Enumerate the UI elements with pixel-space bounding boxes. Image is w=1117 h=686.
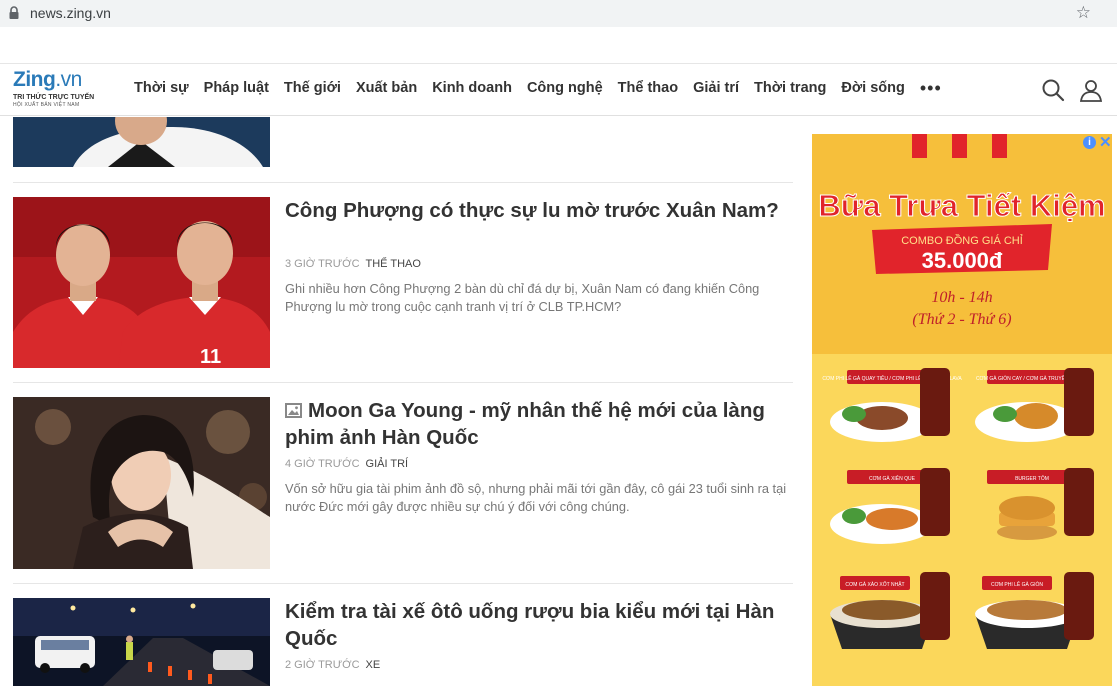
article-divider <box>13 583 793 584</box>
logo-subtagline: HỘI XUẤT BẢN VIỆT NAM <box>13 102 80 108</box>
ad-product: CƠM PHI LÊ GÀ GIÒN <box>975 572 1094 649</box>
article-category[interactable]: Thể thao <box>366 258 421 270</box>
article-time: 2 giờ trước <box>285 659 360 671</box>
nav-item-giai-tri[interactable]: Giải trí <box>693 80 739 96</box>
browser-gap <box>0 27 1117 63</box>
ad-product-label: CƠM GÀ XÀO XỐT NHẬT <box>845 581 904 588</box>
article-category[interactable]: Giải trí <box>366 458 409 470</box>
ad-days: (Thứ 2 - Thứ 6) <box>912 311 1011 328</box>
article-thumbnail-previous[interactable] <box>13 117 270 167</box>
article-meta: 3 giờ trước Thể thao <box>285 258 421 270</box>
article-meta: 2 giờ trước Xe <box>285 659 380 671</box>
ad-product-label: CƠM PHI LÊ GÀ GIÒN <box>991 580 1043 588</box>
ad-product: BURGER TÔM <box>987 468 1094 540</box>
main-nav: Thời sự Pháp luật Thế giới Xuất bản Kinh… <box>126 79 942 97</box>
article-time: 4 giờ trước <box>285 458 360 470</box>
nav-item-doi-song[interactable]: Đời sống <box>841 80 904 96</box>
article-divider <box>13 182 793 183</box>
nav-item-the-gioi[interactable]: Thế giới <box>284 80 341 96</box>
article-summary: Vốn sở hữu gia tài phim ảnh đồ sộ, nhưng… <box>285 481 787 514</box>
ad-price: 35.000đ <box>922 248 1003 273</box>
ad-close-icon[interactable]: ✕ <box>1099 133 1112 151</box>
ad-headline: Bữa Trưa Tiết Kiệm <box>818 188 1105 223</box>
search-icon[interactable] <box>1041 78 1065 102</box>
article-thumbnail[interactable]: 11 <box>13 197 270 368</box>
ad-product-label: CƠM GÀ XIÊN QUE <box>869 474 916 482</box>
article-category[interactable]: Xe <box>366 659 381 671</box>
ad-combo-text: COMBO ĐỒNG GIÁ CHỈ <box>901 234 1023 247</box>
photo-gallery-icon <box>285 403 302 418</box>
bookmark-star-icon[interactable]: ☆ <box>1076 3 1091 23</box>
nav-item-cong-nghe[interactable]: Công nghệ <box>527 80 603 96</box>
article-title[interactable]: Công Phượng có thực sự lu mờ trước Xuân … <box>285 197 795 224</box>
ad-product: CƠM GÀ XÀO XỐT NHẬT <box>830 572 950 649</box>
url-text[interactable]: news.zing.vn <box>30 5 111 21</box>
svg-text:11: 11 <box>200 346 221 368</box>
logo-wordmark: Zing.vn <box>13 68 82 91</box>
article-divider <box>13 382 793 383</box>
nav-item-thoi-trang[interactable]: Thời trang <box>754 80 826 96</box>
lock-icon <box>9 6 19 19</box>
ad-product-label: BURGER TÔM <box>1015 475 1049 482</box>
article-summary: Ghi nhiều hơn Công Phượng 2 bàn dù chỉ đ… <box>285 281 760 314</box>
user-account-icon[interactable] <box>1079 78 1103 102</box>
ad-hours: 10h - 14h <box>931 289 992 306</box>
site-header: Zing.vn TRI THỨC TRỰC TUYẾN HỘI XUẤT BẢN… <box>0 63 1117 116</box>
article-thumbnail[interactable] <box>13 397 270 569</box>
nav-item-thoi-su[interactable]: Thời sự <box>134 80 189 96</box>
advertisement-banner[interactable]: Bữa Trưa Tiết Kiệm COMBO ĐỒNG GIÁ CHỈ 35… <box>812 134 1112 686</box>
site-logo[interactable]: Zing.vn TRI THỨC TRỰC TUYẾN HỘI XUẤT BẢN… <box>13 67 113 115</box>
nav-item-xuat-ban[interactable]: Xuất bản <box>356 80 417 96</box>
article-thumbnail[interactable] <box>13 598 270 686</box>
nav-item-the-thao[interactable]: Thể thao <box>618 80 678 96</box>
ad-artwork: Bữa Trưa Tiết Kiệm COMBO ĐỒNG GIÁ CHỈ 35… <box>812 134 1112 686</box>
article-time: 3 giờ trước <box>285 258 360 270</box>
more-menu-icon[interactable]: ••• <box>920 79 942 97</box>
nav-item-kinh-doanh[interactable]: Kinh doanh <box>432 80 512 96</box>
article-title-text[interactable]: Moon Ga Young - mỹ nhân thế hệ mới của l… <box>285 399 765 449</box>
article-title[interactable]: Moon Ga Young - mỹ nhân thế hệ mới của l… <box>285 397 795 451</box>
nav-item-phap-luat[interactable]: Pháp luật <box>204 80 269 96</box>
ad-info-icon[interactable]: i <box>1083 136 1096 149</box>
logo-tagline: TRI THỨC TRỰC TUYẾN <box>13 94 95 101</box>
browser-address-bar: news.zing.vn ☆ <box>0 0 1117 27</box>
article-meta: 4 giờ trước Giải trí <box>285 458 408 470</box>
article-title[interactable]: Kiểm tra tài xế ôtô uống rượu bia kiểu m… <box>285 598 795 652</box>
